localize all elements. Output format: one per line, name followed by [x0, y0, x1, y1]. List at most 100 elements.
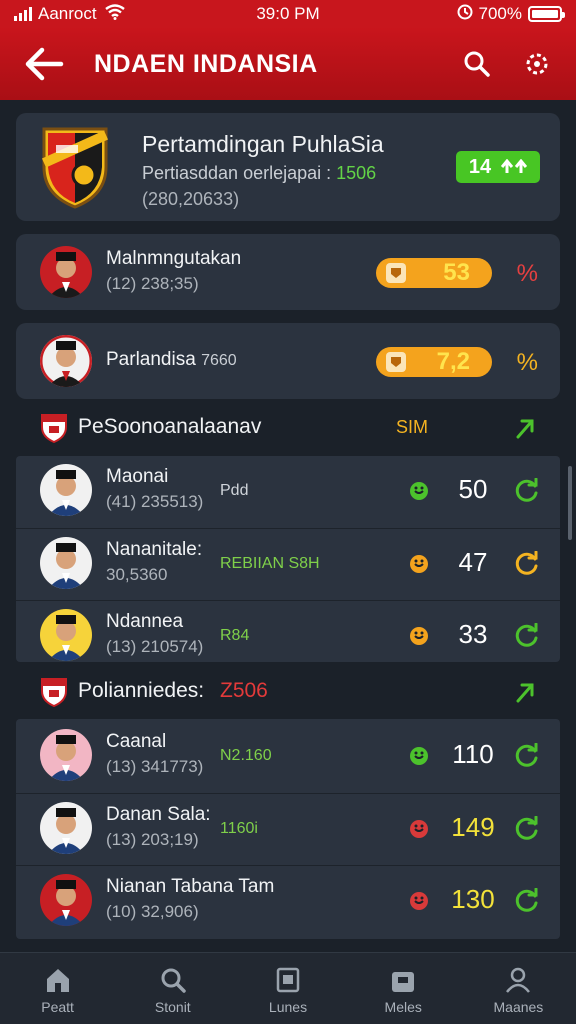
player-tag: R84 [220, 627, 250, 644]
avatar [40, 335, 92, 387]
highlight-card[interactable]: Malnmngutakan (12) 238;35) 53 % [16, 234, 560, 310]
avatar [40, 464, 92, 516]
section-header: Polianniedes: Z506 [16, 663, 560, 719]
avatar [40, 729, 92, 781]
player-meta: 30,5360 [106, 565, 168, 584]
player-name: Maonai [106, 466, 169, 487]
table-row[interactable]: Nianan Tabana Tam (10) 32,906) 130 [16, 865, 560, 933]
status-bar: Aanroct 39:0 PM 700% [0, 0, 576, 28]
refresh-icon[interactable] [514, 623, 540, 649]
section-code: Z506 [220, 679, 268, 702]
percent-label: % [516, 349, 538, 376]
player-meta: (10) 32,906) [106, 902, 199, 921]
refresh-icon[interactable] [514, 478, 540, 504]
player-meta: (13) 210574) [106, 637, 204, 656]
tab-label: Stonit [154, 999, 191, 1015]
search-icon [158, 965, 188, 995]
tab-label: Lunes [268, 999, 308, 1015]
player-meta: (13) 203;19) [106, 830, 199, 849]
player-score: 110 [452, 739, 494, 769]
battery-icon [528, 6, 565, 22]
trend-up-icon[interactable] [512, 413, 540, 441]
tab-meles[interactable]: Meles [346, 953, 461, 1024]
schedule-icon [273, 965, 303, 995]
player-tag: N2.160 [220, 747, 272, 764]
refresh-icon[interactable] [514, 551, 540, 577]
player-name: Ndannea [106, 611, 184, 632]
player-tag: REBIIAN S8H [220, 555, 320, 572]
table-row[interactable]: Danan Sala: (13) 203;19) 1160i 149 [16, 793, 560, 861]
refresh-icon[interactable] [514, 888, 540, 914]
player-score: 50 [458, 474, 488, 504]
match-subtitle-label: Pertiasddan oerlejapai : [142, 163, 337, 183]
player-meta: (13) 341773) [106, 757, 204, 776]
match-summary-card[interactable]: Pertamdingan PuhlaSia Pertiasddan oerlej… [16, 113, 560, 221]
battery-level [532, 10, 558, 18]
match-subtitle-value: 1506 [336, 163, 377, 183]
status-icon [410, 482, 428, 500]
trend-up-icon[interactable] [512, 677, 540, 705]
bottom-tab-bar: Peatt Stonit Lunes Meles Maanes [0, 952, 576, 1024]
status-icon [410, 892, 428, 910]
highlight-card[interactable]: Parlandisa 7660 7,2 % [16, 323, 560, 399]
player-tag: Pdd [220, 482, 249, 499]
shield-flag-icon [41, 678, 67, 707]
rating-pill: 7,2 [376, 347, 492, 377]
player-name-extra: 7660 [201, 352, 237, 369]
section-code: SIM [396, 417, 429, 437]
avatar [40, 246, 92, 298]
status-icon [410, 747, 428, 765]
tab-lunes[interactable]: Lunes [230, 953, 345, 1024]
player-meta: (12) 238;35) [106, 274, 199, 293]
player-meta: (41) 235513) [106, 492, 204, 511]
avatar [40, 874, 92, 926]
table-row[interactable]: Maonai (41) 235513) Pdd 50 [16, 456, 560, 524]
main-content: Pertamdingan PuhlaSia Pertiasddan oerlej… [0, 100, 576, 952]
table-row[interactable]: Nananitale: 30,5360 REBIIAN S8H 47 [16, 528, 560, 596]
status-icon [410, 627, 428, 645]
match-subtitle: Pertiasddan oerlejapai : 1506 [142, 163, 376, 184]
tab-label: Maanes [493, 999, 544, 1015]
table-row[interactable]: Caanal (13) 341773) N2.160 110 [16, 721, 560, 789]
tab-label: Meles [384, 999, 422, 1015]
settings-icon[interactable] [520, 47, 554, 81]
rating-value: 53 [443, 259, 470, 286]
wifi-icon [104, 4, 125, 24]
search-icon[interactable] [460, 47, 494, 81]
up-arrows-icon [501, 159, 528, 173]
percent-label: % [516, 260, 538, 287]
table-row[interactable]: Ndannea (13) 210574) R84 33 [16, 600, 560, 668]
home-icon [43, 965, 73, 995]
app-bar: NDAEN INDANSIA [0, 28, 576, 100]
alarm-icon [457, 4, 473, 25]
tab-maanes[interactable]: Maanes [461, 953, 576, 1024]
club-crest-icon [41, 127, 109, 209]
player-list: Maonai (41) 235513) Pdd 50 Nananitale: 30,536… [16, 456, 560, 662]
tab-stonit[interactable]: Stonit [115, 953, 230, 1024]
score-badge[interactable]: 14 [456, 151, 540, 183]
player-score: 149 [451, 812, 495, 842]
bag-icon [388, 965, 418, 995]
match-meta: (280,20633) [142, 189, 240, 209]
rating-icon [386, 263, 406, 283]
player-score: 47 [458, 547, 488, 577]
player-name: Parlandisa 7660 [106, 349, 237, 371]
section-title: PeSoonoanalaanav [78, 415, 262, 438]
refresh-icon[interactable] [514, 743, 540, 769]
player-name: Caanal [106, 731, 167, 752]
avatar [40, 537, 92, 589]
rating-pill: 53 [376, 258, 492, 288]
score-badge-value: 14 [468, 155, 492, 178]
tab-peatt[interactable]: Peatt [0, 953, 115, 1024]
match-title: Pertamdingan PuhlaSia [142, 131, 384, 157]
section-title: Polianniedes: [78, 679, 205, 702]
shield-flag-icon [41, 414, 67, 443]
carrier-label: Aanroct [38, 4, 97, 23]
scrollbar[interactable] [568, 466, 572, 540]
rating-value: 7,2 [436, 348, 470, 375]
player-name: Malnmngutakan [106, 248, 242, 269]
player-score: 130 [451, 884, 495, 914]
player-list: Caanal (13) 341773) N2.160 110 Danan Sala: (1… [16, 719, 560, 939]
back-arrow-icon[interactable] [22, 42, 66, 86]
refresh-icon[interactable] [514, 816, 540, 842]
